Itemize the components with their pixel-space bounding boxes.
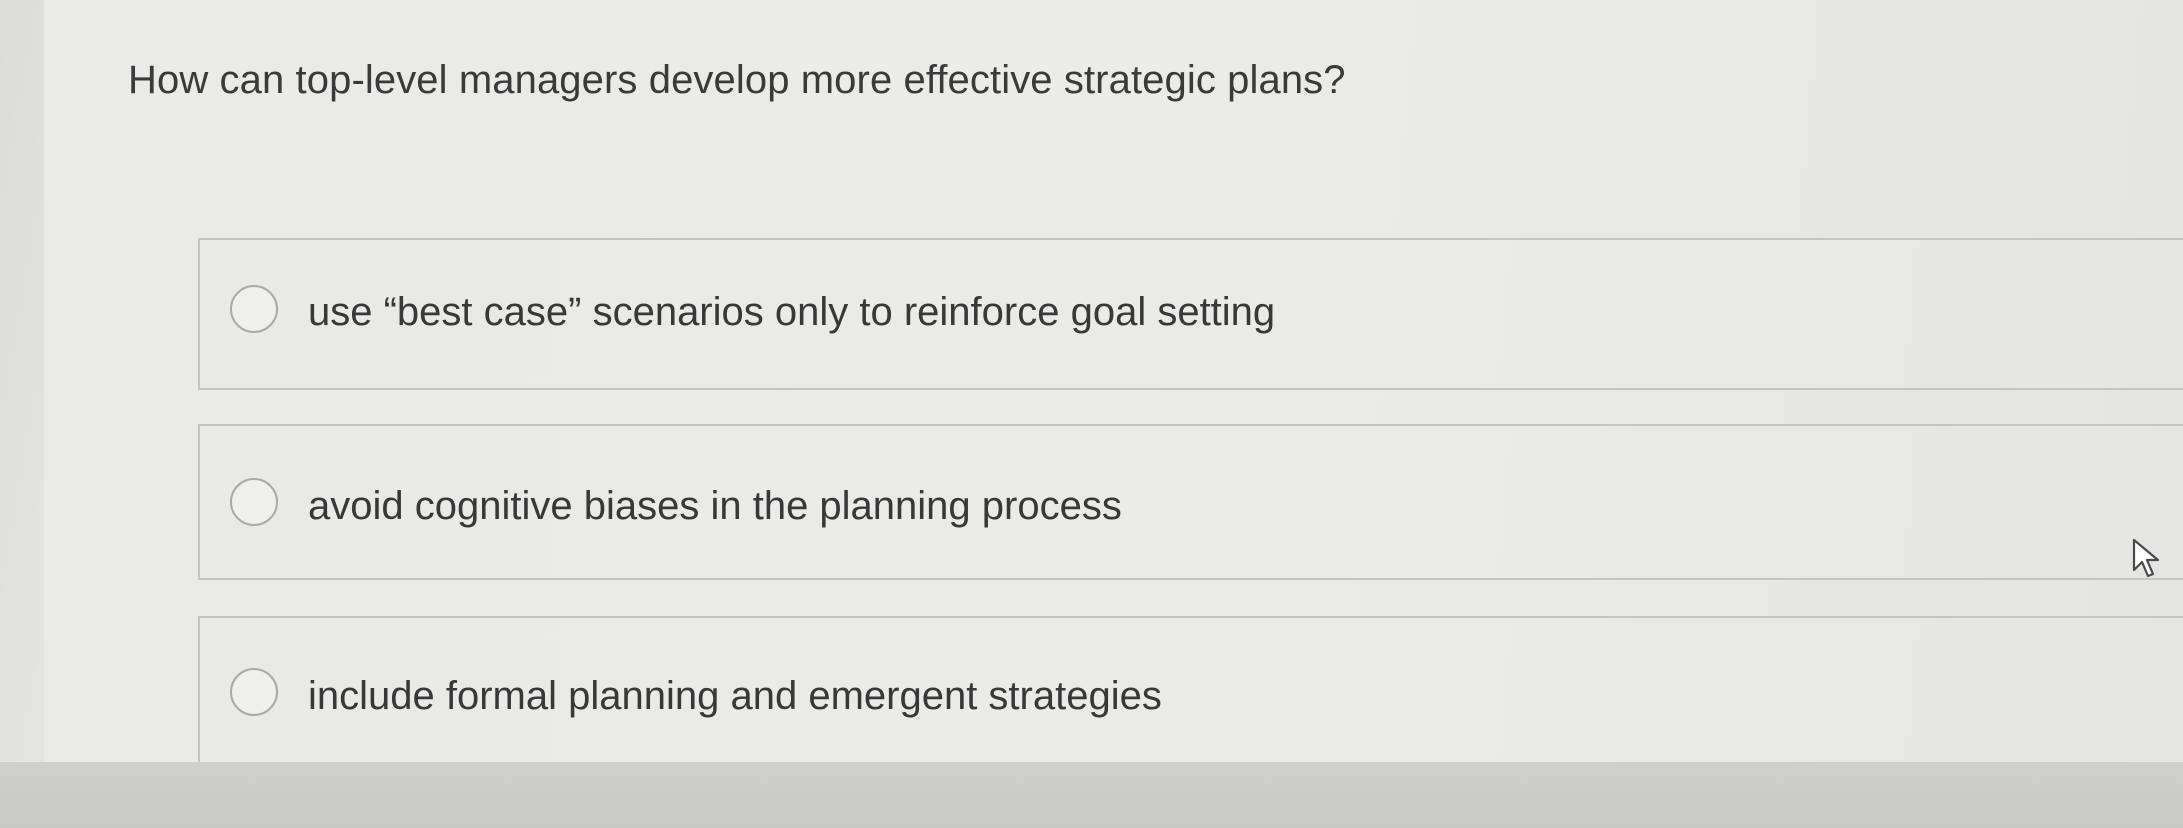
radio-button-icon[interactable] xyxy=(230,285,278,333)
answer-option-label: include formal planning and emergent str… xyxy=(308,674,1162,718)
answer-option-label: avoid cognitive biases in the planning p… xyxy=(308,484,1122,528)
bottom-edge xyxy=(0,762,2183,828)
radio-button-icon[interactable] xyxy=(230,668,278,716)
question-text: How can top-level managers develop more … xyxy=(128,58,1346,102)
answer-option-2[interactable]: avoid cognitive biases in the planning p… xyxy=(198,424,2183,580)
pointer-arrow-icon xyxy=(2132,538,2160,578)
screen: How can top-level managers develop more … xyxy=(0,0,2183,828)
answer-option-label: use “best case” scenarios only to reinfo… xyxy=(308,290,1276,334)
answer-option-1[interactable]: use “best case” scenarios only to reinfo… xyxy=(198,238,2183,390)
answer-option-3[interactable]: include formal planning and emergent str… xyxy=(198,616,2183,786)
radio-button-icon[interactable] xyxy=(230,478,278,526)
